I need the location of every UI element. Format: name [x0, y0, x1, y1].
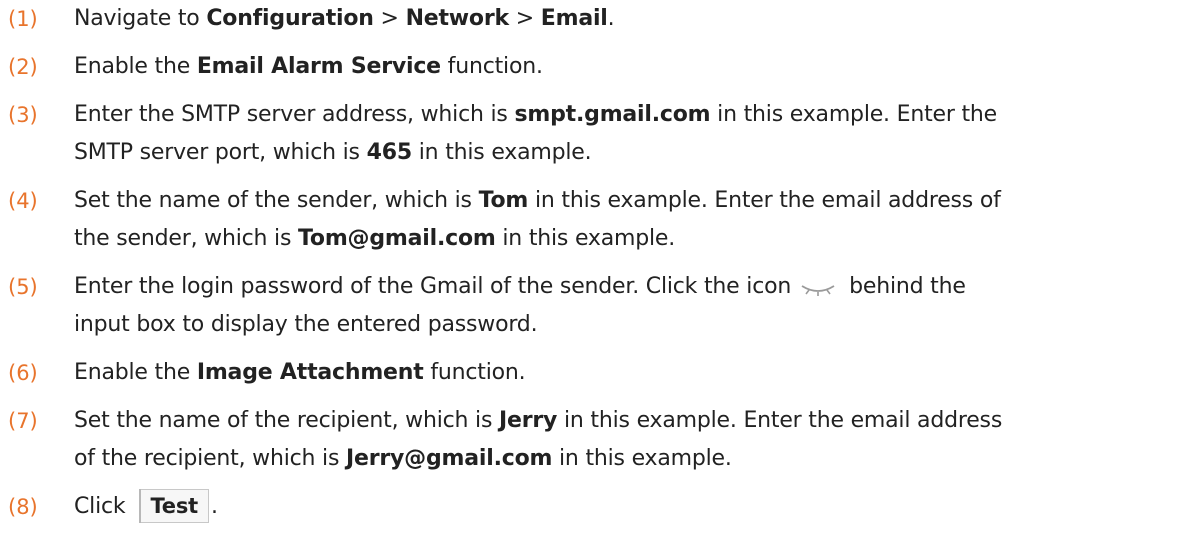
- text-run: in this example. Enter the email address: [557, 408, 1003, 433]
- step-text-line: SMTP server port, which is 465 in this e…: [74, 134, 1169, 172]
- step-number: (6): [8, 361, 38, 385]
- bold-term: Configuration: [206, 6, 374, 31]
- bold-term: Tom: [478, 188, 529, 213]
- text-run: in this example. Enter the email address…: [528, 188, 1001, 213]
- step-text: Navigate to Configuration > Network > Em…: [74, 0, 1169, 38]
- step-text-line: input box to display the entered passwor…: [74, 306, 1169, 344]
- step-text-line: Enter the login password of the Gmail of…: [74, 268, 1169, 306]
- bold-term: Email: [540, 6, 608, 31]
- text-run: Enter the SMTP server address, which is: [74, 102, 515, 127]
- bold-term: Jerry@gmail.com: [346, 446, 553, 471]
- text-run: Navigate to: [74, 6, 207, 31]
- step-text: Set the name of the recipient, which is …: [74, 402, 1169, 478]
- text-run: Enable the: [74, 54, 197, 79]
- step-number: (7): [8, 409, 38, 433]
- text-run: Set the name of the sender, which is: [74, 188, 479, 213]
- step-text-line: Set the name of the recipient, which is …: [74, 402, 1169, 440]
- text-run: behind the: [849, 274, 966, 299]
- step-number: (3): [8, 103, 38, 127]
- step-text-line: the sender, which is Tom@gmail.com in th…: [74, 220, 1169, 258]
- bold-term: Email Alarm Service: [196, 54, 441, 79]
- bold-term: 465: [366, 140, 413, 165]
- text-run: Click: [74, 494, 126, 519]
- step-text: Enter the SMTP server address, which is …: [74, 96, 1169, 172]
- step-text: Click Test.: [74, 488, 1169, 526]
- bold-term: Tom@gmail.com: [298, 226, 496, 251]
- step-text-line: of the recipient, which is Jerry@gmail.c…: [74, 440, 1169, 478]
- text-run: in this example. Enter the: [710, 102, 997, 127]
- text-run: Set the name of the recipient, which is: [74, 408, 500, 433]
- text-run: .: [210, 494, 218, 519]
- text-run: Enter the login password of the Gmail of…: [74, 274, 792, 299]
- bold-term: smpt.gmail.com: [514, 102, 711, 127]
- text-run: in this example.: [552, 446, 732, 471]
- step-text-line: Enter the SMTP server address, which is …: [74, 96, 1169, 134]
- text-run: Enable the: [74, 360, 197, 385]
- text-run: the sender, which is: [74, 226, 299, 251]
- step-text: Enter the login password of the Gmail of…: [74, 268, 1169, 344]
- text-run: >: [508, 6, 541, 31]
- text-run: SMTP server port, which is: [74, 140, 367, 165]
- text-run: in this example.: [411, 140, 592, 165]
- bold-term: Image Attachment: [196, 360, 424, 385]
- text-run: function.: [440, 54, 543, 79]
- text-run: in this example.: [495, 226, 676, 251]
- test-button[interactable]: Test: [139, 489, 209, 523]
- step-text-line: Click Test.: [74, 488, 1169, 526]
- step-text: Set the name of the sender, which is Tom…: [74, 182, 1169, 258]
- text-run: input box to display the entered passwor…: [74, 312, 538, 337]
- text-run: function.: [423, 360, 526, 385]
- step-text-line: Enable the Email Alarm Service function.: [74, 48, 1169, 86]
- text-run: of the recipient, which is: [74, 446, 347, 471]
- step-text-line: Enable the Image Attachment function.: [74, 354, 1169, 392]
- step-number: (2): [8, 55, 38, 79]
- step-number: (1): [8, 7, 38, 31]
- text-run: .: [607, 6, 615, 31]
- step-number: (5): [8, 275, 38, 299]
- eye-closed-icon: [799, 275, 837, 296]
- step-number: (4): [8, 189, 38, 213]
- step-text: Enable the Email Alarm Service function.: [74, 48, 1169, 86]
- step-number: (8): [8, 495, 38, 519]
- text-run: >: [373, 6, 406, 31]
- step-text-line: Navigate to Configuration > Network > Em…: [74, 0, 1169, 38]
- step-text-line: Set the name of the sender, which is Tom…: [74, 182, 1169, 220]
- bold-term: Network: [405, 6, 510, 31]
- bold-term: Jerry: [499, 408, 558, 433]
- step-text: Enable the Image Attachment function.: [74, 354, 1169, 392]
